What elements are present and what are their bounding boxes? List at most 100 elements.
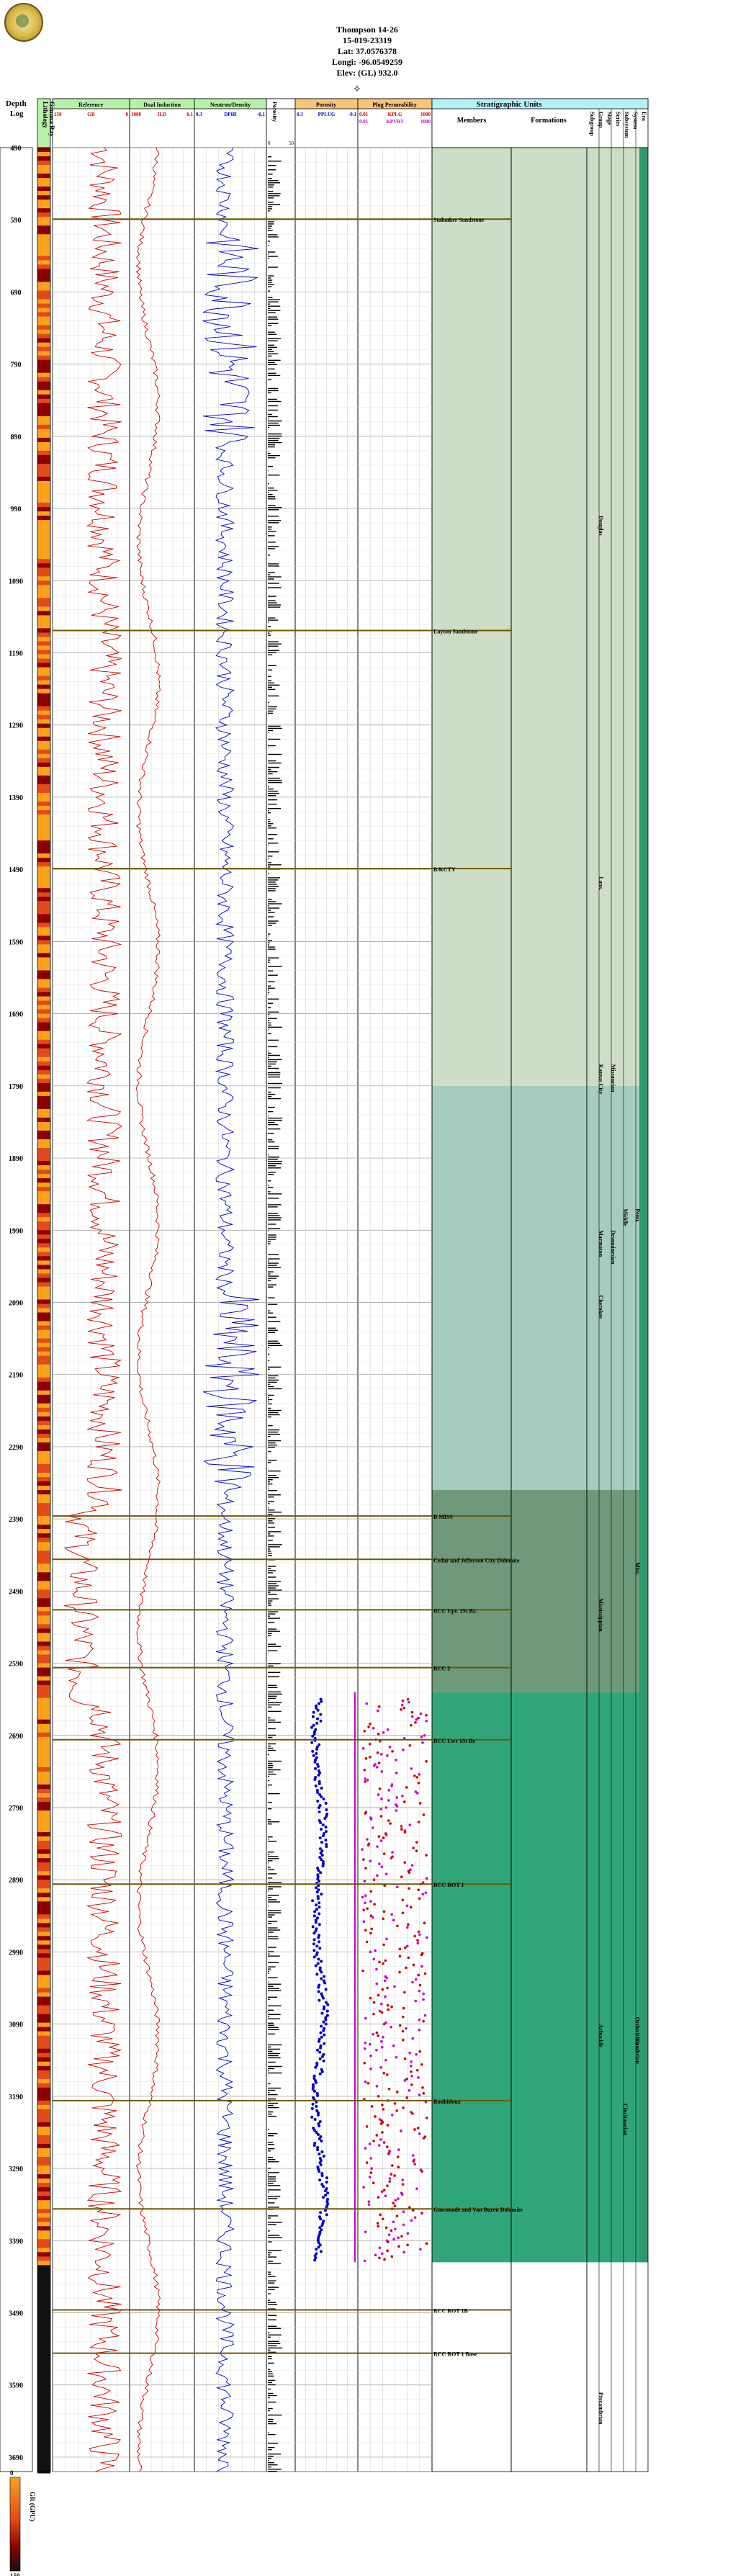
perm-point [404, 1946, 407, 1949]
lith-cell [37, 1364, 50, 1370]
perm-point [405, 1786, 408, 1789]
porosity-bar [268, 1187, 274, 1188]
pplug-point [325, 2213, 328, 2217]
perm-point [366, 1779, 369, 1782]
porosity-bar [268, 1630, 280, 1632]
lith-cell [37, 2126, 50, 2132]
perm-point [378, 1960, 381, 1964]
porosity-bar [268, 851, 279, 853]
porosity-bar [268, 290, 271, 292]
lith-cell [37, 1805, 50, 1811]
stage-label: Missourian [610, 1064, 616, 1092]
lith-cell [37, 1728, 50, 1733]
perm-point [387, 2088, 391, 2091]
ild-scale-min: 1000 [131, 112, 142, 117]
porosity-bar [268, 676, 271, 677]
lith-cell [37, 1684, 50, 1690]
porosity-bar [268, 1587, 276, 1589]
porosity-bar [268, 2341, 279, 2343]
gr-curve [63, 147, 122, 2472]
perm-point [390, 2255, 394, 2258]
lith-cell [37, 1520, 50, 1525]
lith-cell [37, 1044, 50, 1049]
porosity-bar [268, 1024, 271, 1026]
lith-cell [37, 2442, 50, 2448]
porosity-bar [268, 1154, 269, 1156]
perm-point [369, 1890, 372, 1893]
porosity-bar [268, 206, 273, 207]
ild-scale-name: ILD [158, 112, 166, 117]
perm-point [371, 1916, 374, 1919]
perm-point [402, 2038, 405, 2042]
lith-cell [37, 290, 50, 295]
lith-cell [37, 2256, 50, 2261]
pplug-point [326, 2191, 330, 2195]
perm-point [379, 2039, 383, 2043]
pplug-point [317, 1936, 320, 1939]
depth-label: 890 [11, 434, 22, 441]
lith-cell [37, 1754, 50, 1759]
perm-point [390, 1913, 393, 1916]
porosity-bar [268, 738, 281, 740]
lith-cell [37, 879, 50, 884]
lith-cell [37, 2243, 50, 2248]
porosity-bar [268, 2185, 281, 2186]
porosity-bar [268, 416, 278, 418]
lith-cell [37, 2382, 50, 2387]
lith-cell [37, 1533, 50, 1538]
porosity-bar [268, 809, 269, 812]
pplug-point [318, 2072, 322, 2075]
perm-point [392, 2202, 395, 2204]
perm-point [406, 1697, 410, 1701]
lith-cell [37, 1615, 50, 1620]
perm-point [370, 2105, 374, 2108]
perm-point [379, 1815, 383, 1818]
porosity-bar [268, 1721, 282, 1723]
lith-cell [37, 2252, 50, 2257]
pplug-point [320, 1960, 323, 1963]
porosity-bar [268, 494, 273, 495]
porosity-bar [268, 2397, 270, 2399]
lith-cell [37, 251, 50, 256]
perm-point [376, 1845, 379, 1848]
lith-cell [37, 187, 50, 192]
depth-label: 1590 [9, 938, 23, 946]
lith-cell [37, 1906, 50, 1911]
porosity-bar [268, 1383, 270, 1386]
lith-cell [37, 809, 50, 815]
lith-cell [37, 329, 50, 335]
perm-point [373, 1903, 376, 1906]
lith-cell [37, 2196, 50, 2201]
perm-point [375, 2085, 379, 2088]
perm-point [366, 1838, 369, 1841]
perm-point [393, 1985, 396, 1988]
perm-point [418, 1989, 420, 1993]
lith-cell [37, 2369, 50, 2374]
lith-cell [37, 520, 50, 525]
porosity-bar [268, 989, 269, 991]
lith-cell [37, 1204, 50, 1209]
porosity-bar [268, 1275, 279, 1277]
perm-point [377, 1705, 381, 1708]
member-label: RCC ROT 1B [433, 2308, 469, 2315]
porosity-bar [268, 1585, 279, 1587]
stage-label: Middle [622, 1208, 629, 1226]
porosity-bar [268, 221, 274, 223]
porosity-bar [268, 1230, 269, 1231]
perm-point [415, 1718, 418, 1721]
porosity-bar [268, 576, 282, 578]
porosity-bar [268, 405, 279, 407]
lith-cell [37, 1312, 50, 1318]
lith-cell [37, 1732, 50, 1738]
perm-point [378, 2246, 382, 2250]
perm-point [407, 1956, 410, 1960]
lith-cell [37, 1542, 50, 1547]
porosity-bar [268, 959, 271, 961]
lith-cell [37, 1200, 50, 1205]
lith-cell [37, 178, 50, 183]
perm-point [418, 1897, 421, 1900]
porosity-bar [268, 632, 270, 634]
porosity-bar [268, 1065, 271, 1067]
porosity-bar [268, 1611, 279, 1612]
perm-point [413, 2163, 416, 2166]
